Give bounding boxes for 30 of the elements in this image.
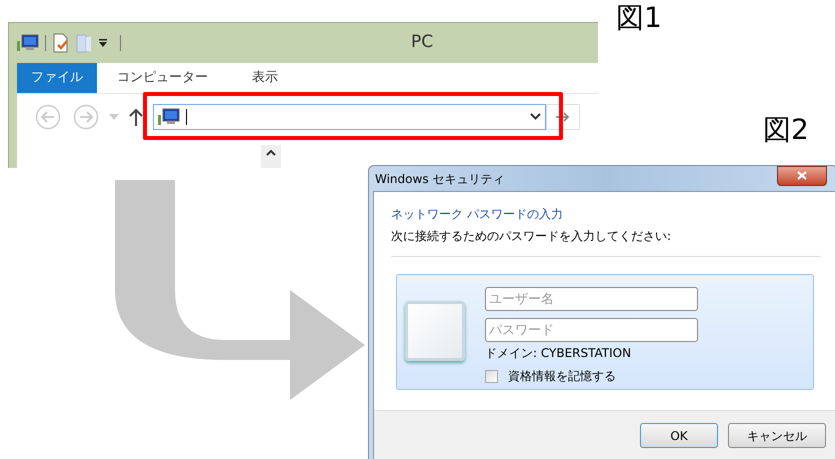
go-button[interactable] <box>546 104 580 130</box>
computer-icon[interactable] <box>158 108 180 126</box>
dialog-button[interactable]: OK <box>640 423 718 448</box>
dialog-title: Windows セキュリティ <box>375 170 504 188</box>
checkbox[interactable] <box>485 370 498 382</box>
address-bar[interactable] <box>153 104 546 130</box>
close-icon <box>797 171 807 180</box>
computer-icon[interactable] <box>17 34 39 52</box>
ribbon-tab[interactable]: 表示 <box>248 63 282 93</box>
domain-text: ドメイン: CYBERSTATION <box>485 345 632 361</box>
dialog-button[interactable]: キャンセル <box>728 423 826 448</box>
document-check-icon[interactable] <box>52 33 70 53</box>
collapse-button[interactable] <box>261 145 281 168</box>
figure-label: 図1 <box>616 4 662 32</box>
text-field[interactable]: パスワード <box>485 318 698 342</box>
dropdown-icon[interactable] <box>98 38 108 48</box>
up-arrow-icon[interactable] <box>129 108 143 126</box>
chevron-down-icon[interactable] <box>530 113 541 120</box>
close-button[interactable] <box>777 166 827 186</box>
figure-label: 図2 <box>763 116 809 144</box>
checkbox-label[interactable]: 資格情報を記憶する <box>508 367 616 385</box>
chevron-up-icon <box>266 149 276 156</box>
text-field[interactable]: ユーザー名 <box>485 287 698 311</box>
user-tile <box>405 301 465 361</box>
arrow-right-icon <box>556 112 570 122</box>
dialog-instruction: 次に接続するためのパスワードを入力してください: <box>391 228 672 245</box>
window-title: PC <box>411 31 434 54</box>
ribbon-tab[interactable]: コンピューター <box>113 63 212 93</box>
ribbon-tab[interactable]: ファイル <box>17 63 97 93</box>
dialog-heading: ネットワーク パスワードの入力 <box>391 206 564 223</box>
